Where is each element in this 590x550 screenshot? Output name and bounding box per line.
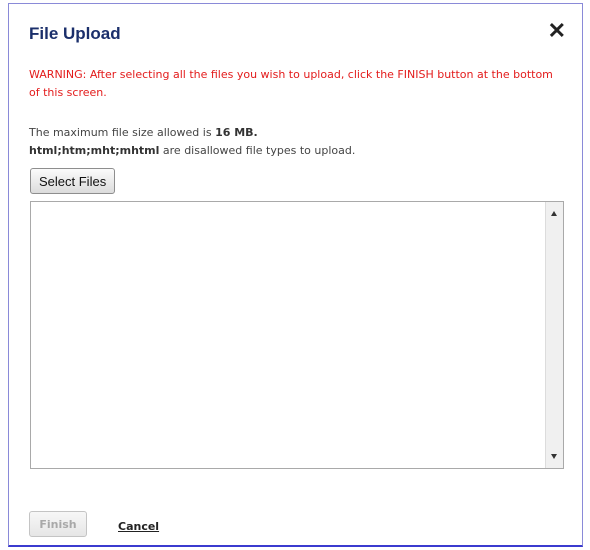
arrow-up-icon[interactable] bbox=[551, 211, 557, 216]
disallowed-text: are disallowed file types to upload. bbox=[159, 144, 356, 157]
upload-info: The maximum file size allowed is 16 MB. … bbox=[29, 124, 564, 160]
dialog-title: File Upload bbox=[29, 24, 121, 43]
arrow-down-icon[interactable] bbox=[551, 454, 557, 459]
file-list[interactable] bbox=[30, 201, 564, 469]
file-upload-dialog: File Upload ✕ WARNING: After selecting a… bbox=[8, 3, 583, 547]
max-size-value: 16 MB. bbox=[215, 126, 258, 139]
max-size-text: The maximum file size allowed is bbox=[29, 126, 216, 139]
disallowed-types: html;htm;mht;mhtml bbox=[29, 144, 160, 157]
cancel-link[interactable]: Cancel bbox=[118, 520, 159, 533]
warning-message: WARNING: After selecting all the files y… bbox=[29, 68, 553, 99]
select-files-button[interactable]: Select Files bbox=[30, 168, 116, 194]
file-list-scrollbar[interactable] bbox=[545, 202, 563, 468]
close-icon[interactable]: ✕ bbox=[548, 20, 566, 42]
finish-button[interactable]: Finish bbox=[29, 511, 87, 537]
